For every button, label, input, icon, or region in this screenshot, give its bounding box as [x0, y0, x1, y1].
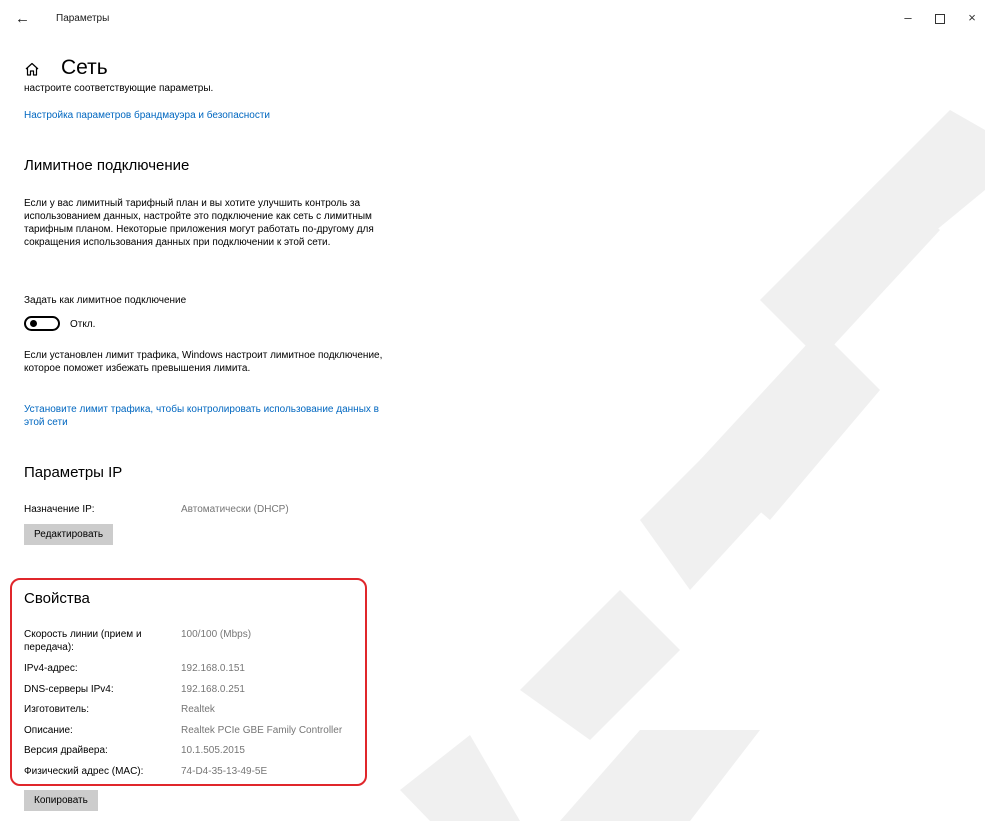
ip-assignment-label: Назначение IP:: [24, 504, 95, 515]
property-value: 74-D4-35-13-49-5E: [181, 766, 268, 777]
data-limit-link[interactable]: Установите лимит трафика, чтобы контроли…: [24, 403, 389, 429]
ip-assignment-value: Автоматически (DHCP): [181, 504, 289, 515]
back-arrow-icon[interactable]: ←: [15, 10, 30, 28]
property-label: Версия драйвера:: [24, 745, 108, 756]
home-icon[interactable]: [24, 61, 40, 77]
watermark-shape: [850, 110, 985, 260]
intro-text: настроите соответствующие параметры.: [24, 83, 214, 94]
property-value: Realtek: [181, 704, 215, 715]
metered-toggle-label: Задать как лимитное подключение: [24, 295, 187, 306]
page-title: Сеть: [61, 56, 108, 79]
property-label: Скорость линии (прием и передача):: [24, 629, 142, 653]
watermark-shape: [700, 330, 880, 520]
toggle-knob: [30, 320, 37, 327]
limit-note: Если установлен лимит трафика, Windows н…: [24, 350, 383, 374]
properties-section-title: Свойства: [24, 590, 90, 607]
metered-section-title: Лимитное подключение: [24, 157, 190, 174]
property-label: DNS-серверы IPv4:: [24, 684, 114, 695]
watermark-shape: [560, 730, 760, 821]
window-title: Параметры: [56, 13, 110, 24]
minimize-button[interactable]: –: [893, 10, 923, 28]
property-value: Realtek PCIe GBE Family Controller: [181, 725, 343, 736]
watermark-shape: [520, 590, 680, 740]
property-label: Физический адрес (MAC):: [24, 766, 144, 777]
edit-ip-button[interactable]: Редактировать: [24, 524, 114, 545]
metered-toggle[interactable]: [24, 316, 60, 331]
watermark-shape: [400, 735, 520, 821]
property-value: 10.1.505.2015: [181, 745, 245, 756]
property-label: IPv4-адрес:: [24, 663, 78, 674]
property-label: Изготовитель:: [24, 704, 89, 715]
watermark-shape: [760, 180, 940, 360]
metered-toggle-state: Откл.: [70, 319, 96, 330]
title-bar: ← Параметры – ×: [0, 0, 985, 40]
property-value: 192.168.0.251: [181, 684, 245, 695]
firewall-settings-link[interactable]: Настройка параметров брандмауэра и безоп…: [24, 109, 270, 122]
watermark-shape: [640, 400, 800, 590]
property-value: 100/100 (Mbps): [181, 629, 252, 640]
metered-description: Если у вас лимитный тарифный план и вы х…: [24, 198, 374, 248]
maximize-button[interactable]: [925, 10, 955, 28]
ip-section-title: Параметры IP: [24, 464, 123, 481]
close-button[interactable]: ×: [957, 10, 985, 28]
property-value: 192.168.0.151: [181, 663, 245, 674]
property-label: Описание:: [24, 725, 73, 736]
maximize-icon: [935, 14, 945, 24]
copy-button[interactable]: Копировать: [24, 790, 98, 811]
